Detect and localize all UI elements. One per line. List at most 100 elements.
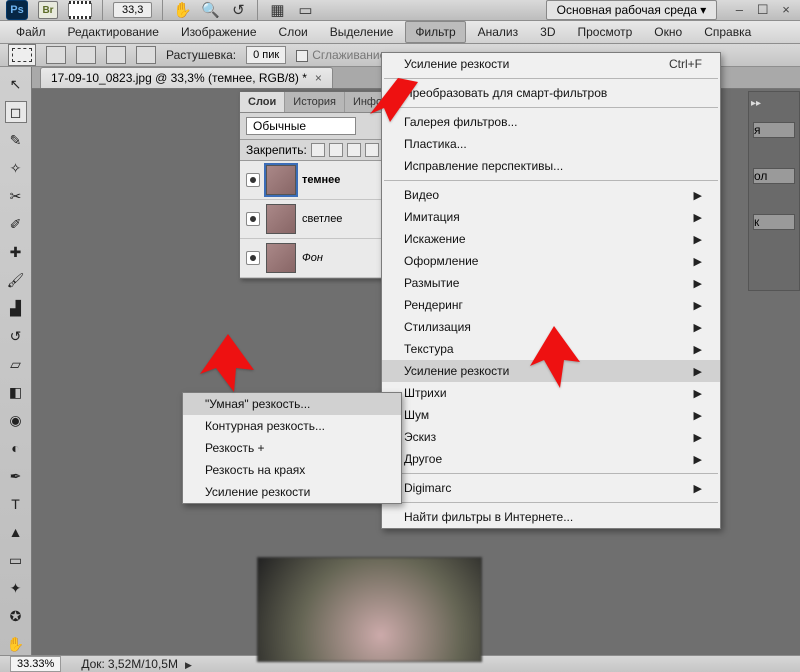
visibility-icon[interactable] <box>246 173 260 187</box>
dock-panel-stub[interactable]: к <box>753 214 795 230</box>
menu-item-smart-filters[interactable]: Преобразовать для смарт-фильтров <box>382 82 720 104</box>
lock-position-icon[interactable] <box>347 143 361 157</box>
menu-edit[interactable]: Редактирование <box>58 21 169 43</box>
lock-all-icon[interactable] <box>365 143 379 157</box>
screen-mode-icon[interactable]: ▭ <box>296 1 314 19</box>
menu-analysis[interactable]: Анализ <box>468 21 529 43</box>
bridge-icon[interactable]: Br <box>38 1 58 19</box>
minimize-button[interactable]: – <box>731 2 747 17</box>
tab-layers[interactable]: Слои <box>240 92 285 112</box>
history-brush-icon[interactable]: ↺ <box>5 325 27 347</box>
lock-transparent-icon[interactable] <box>311 143 325 157</box>
layer-name[interactable]: Фон <box>302 252 323 264</box>
layer-name[interactable]: темнее <box>302 174 340 186</box>
gradient-tool-icon[interactable]: ◧ <box>5 381 27 403</box>
menu-item-vanishing-point[interactable]: Исправление перспективы... <box>382 155 720 177</box>
menu-item-browse-filters[interactable]: Найти фильтры в Интернете... <box>382 506 720 528</box>
status-zoom-field[interactable]: 33.33% <box>10 656 61 672</box>
visibility-icon[interactable] <box>246 212 260 226</box>
mini-bridge-icon[interactable] <box>68 3 92 17</box>
layer-name[interactable]: светлее <box>302 213 342 225</box>
menu-item-distort[interactable]: Искажение▶ <box>382 228 720 250</box>
arrange-icon[interactable]: ▦ <box>268 1 286 19</box>
pen-tool-icon[interactable]: ✒ <box>5 465 27 487</box>
type-tool-icon[interactable]: T <box>5 493 27 515</box>
menu-view[interactable]: Просмотр <box>567 21 642 43</box>
menu-item-other[interactable]: Другое▶ <box>382 448 720 470</box>
menu-item-noise[interactable]: Шум▶ <box>382 404 720 426</box>
status-doc-value: 3,52M/10,5M <box>108 657 178 671</box>
submenu-sharpen-more[interactable]: Резкость + <box>183 437 401 459</box>
menu-bar: Файл Редактирование Изображение Слои Выд… <box>0 21 800 44</box>
tool-preset-thumb[interactable] <box>8 44 36 66</box>
wand-tool-icon[interactable]: ✧ <box>5 157 27 179</box>
zoom-level-field[interactable]: 33,3 <box>113 2 152 18</box>
marquee-sub-icon[interactable] <box>106 46 126 64</box>
lock-pixels-icon[interactable] <box>329 143 343 157</box>
marquee-intersect-icon[interactable] <box>136 46 156 64</box>
marquee-new-icon[interactable] <box>46 46 66 64</box>
menu-item-render[interactable]: Рендеринг▶ <box>382 294 720 316</box>
3d-tool-icon[interactable]: ✦ <box>5 577 27 599</box>
menu-select[interactable]: Выделение <box>320 21 404 43</box>
submenu-sharpen[interactable]: Усиление резкости <box>183 481 401 503</box>
hand-tool-icon[interactable]: ✋ <box>173 1 191 19</box>
blend-mode-select[interactable]: Обычные <box>246 117 356 135</box>
move-tool-icon[interactable]: ↖ <box>5 73 27 95</box>
menu-item-liquify[interactable]: Пластика... <box>382 133 720 155</box>
menu-layer[interactable]: Слои <box>269 21 318 43</box>
menu-file[interactable]: Файл <box>6 21 56 43</box>
shape-tool-icon[interactable]: ▭ <box>5 549 27 571</box>
divider <box>257 0 258 20</box>
layer-thumb <box>266 243 296 273</box>
3d-camera-icon[interactable]: ✪ <box>5 605 27 627</box>
marquee-add-icon[interactable] <box>76 46 96 64</box>
document-tab[interactable]: 17-09-10_0823.jpg @ 33,3% (темнее, RGB/8… <box>40 67 333 88</box>
filter-menu: Усиление резкостиCtrl+F Преобразовать дл… <box>381 52 721 529</box>
brush-tool-icon[interactable]: 🖌 <box>5 269 27 291</box>
marquee-tool-icon[interactable]: ◻ <box>5 101 27 123</box>
menu-item-last-filter[interactable]: Усиление резкостиCtrl+F <box>382 53 720 75</box>
heal-tool-icon[interactable]: ✚ <box>5 241 27 263</box>
menu-item-digimarc[interactable]: Digimarc▶ <box>382 477 720 499</box>
dodge-tool-icon[interactable]: ◐ <box>5 437 27 459</box>
menu-window[interactable]: Окно <box>644 21 692 43</box>
feather-input[interactable]: 0 пик <box>246 46 286 64</box>
menu-item-artistic[interactable]: Имитация▶ <box>382 206 720 228</box>
tab-history[interactable]: История <box>285 92 345 112</box>
eraser-tool-icon[interactable]: ▱ <box>5 353 27 375</box>
menu-filter[interactable]: Фильтр <box>405 21 465 43</box>
antialias-checkbox[interactable]: Сглаживание <box>296 48 386 62</box>
status-doc-size[interactable]: Док: 3,52M/10,5M ▶ <box>81 657 192 671</box>
rotate-view-icon[interactable]: ↺ <box>229 1 247 19</box>
dock-panel-stub[interactable]: я <box>753 122 795 138</box>
eyedropper-tool-icon[interactable]: ✐ <box>5 213 27 235</box>
menu-item-sketch[interactable]: Эскиз▶ <box>382 426 720 448</box>
menu-3d[interactable]: 3D <box>530 21 565 43</box>
menu-item-filter-gallery[interactable]: Галерея фильтров... <box>382 111 720 133</box>
dock-panel-stub[interactable]: ол <box>753 168 795 184</box>
submenu-smart-sharpen[interactable]: "Умная" резкость... <box>183 393 401 415</box>
workspace-switcher[interactable]: Основная рабочая среда ▾ <box>546 0 718 20</box>
submenu-sharpen-edges[interactable]: Резкость на краях <box>183 459 401 481</box>
hand-tool-icon[interactable]: ✋ <box>5 633 27 655</box>
menu-item-video[interactable]: Видео▶ <box>382 184 720 206</box>
blur-tool-icon[interactable]: ◉ <box>5 409 27 431</box>
menu-item-blur[interactable]: Размытие▶ <box>382 272 720 294</box>
stamp-tool-icon[interactable]: ▟ <box>5 297 27 319</box>
menu-item-pixelate[interactable]: Оформление▶ <box>382 250 720 272</box>
visibility-icon[interactable] <box>246 251 260 265</box>
restore-button[interactable]: ☐ <box>755 2 771 18</box>
collapse-dock-icon[interactable]: ▸▸ <box>751 98 761 109</box>
zoom-tool-icon[interactable]: 🔍 <box>201 1 219 19</box>
crop-tool-icon[interactable]: ✂ <box>5 185 27 207</box>
document-tab-close-icon[interactable]: × <box>315 71 322 85</box>
close-button[interactable]: × <box>778 2 794 17</box>
antialias-label: Сглаживание <box>312 48 386 62</box>
menu-image[interactable]: Изображение <box>171 21 267 43</box>
path-select-icon[interactable]: ▲ <box>5 521 27 543</box>
lasso-tool-icon[interactable]: ✎ <box>5 129 27 151</box>
menu-help[interactable]: Справка <box>694 21 761 43</box>
submenu-unsharp-mask[interactable]: Контурная резкость... <box>183 415 401 437</box>
document-canvas[interactable] <box>257 557 482 662</box>
